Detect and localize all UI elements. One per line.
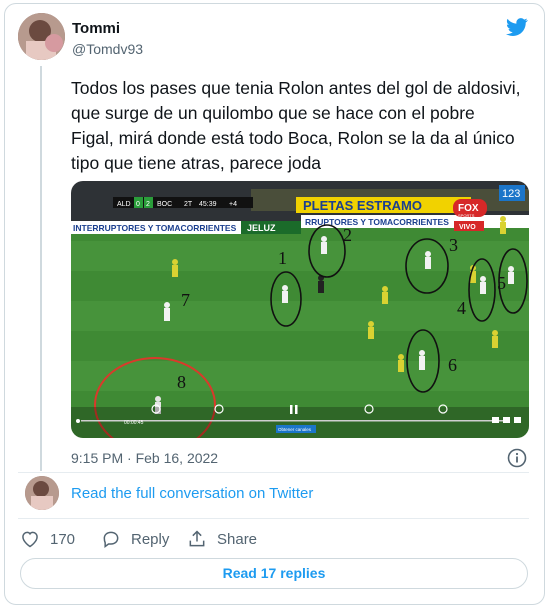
annotation-number: 6: [448, 355, 457, 375]
tweet-text: Todos los pases que tenia Rolon antes de…: [71, 78, 521, 173]
annotation-number: 8: [177, 372, 186, 392]
author-handle[interactable]: @Tomdv93: [72, 41, 143, 57]
annotation-number: 7: [181, 290, 190, 310]
ad-board-left: INTERRUPTORES Y TOMACORRIENTES: [73, 223, 237, 233]
pip-icon[interactable]: [492, 417, 499, 423]
score-away-team: BOC: [157, 201, 172, 208]
divider: [18, 472, 529, 473]
annotation-number: 3: [449, 235, 458, 255]
stadium-banner-text: PLETAS ESTRAMO: [303, 198, 422, 213]
ad-board-jeluz: JELUZ: [247, 223, 276, 233]
score-clock: 45:39: [199, 201, 217, 208]
info-icon[interactable]: [507, 448, 527, 468]
tweet-timestamp[interactable]: 9:15 PM · Feb 16, 2022: [71, 450, 218, 466]
captions-icon[interactable]: [503, 417, 510, 423]
live-badge: VIVO: [459, 224, 476, 231]
fullscreen-icon[interactable]: [514, 417, 521, 423]
read-full-conversation-link[interactable]: Read the full conversation on Twitter: [71, 485, 313, 502]
share-button[interactable]: Share: [187, 529, 257, 549]
author-name[interactable]: Tommi: [72, 20, 120, 37]
share-label: Share: [217, 530, 258, 548]
player-tooltip: Obtener canales: [278, 427, 312, 432]
like-count: 170: [50, 530, 76, 548]
reply-button[interactable]: Reply: [101, 529, 169, 549]
score-half: 2T: [184, 201, 193, 208]
divider: [18, 518, 529, 519]
annotation-number: 5: [497, 273, 506, 293]
share-icon: [189, 530, 205, 547]
twitter-bird-icon[interactable]: [504, 16, 530, 38]
score-home: 0: [136, 201, 140, 208]
channel-number: 123: [502, 188, 520, 200]
score-home-team: ALD: [117, 201, 131, 208]
annotation-number: 1: [278, 248, 287, 268]
match-screenshot: PLETAS ESTRAMO INTERRUPTORES Y TOMACORRI…: [71, 181, 529, 438]
score-away: 2: [146, 201, 150, 208]
thread-line: [40, 66, 42, 471]
reply-icon: [103, 531, 119, 548]
annotation-number: 4: [457, 298, 466, 318]
tweet-media[interactable]: PLETAS ESTRAMO INTERRUPTORES Y TOMACORRI…: [71, 181, 529, 438]
like-button[interactable]: 170: [20, 529, 75, 549]
video-time: 00:00:45: [124, 420, 144, 426]
read-replies-button[interactable]: Read 17 replies: [20, 558, 528, 589]
reply-label: Reply: [131, 530, 170, 548]
network-logo-sub: SPORTS: [458, 213, 475, 218]
reader-avatar[interactable]: [25, 476, 59, 510]
score-added-time: +4: [229, 201, 237, 208]
author-avatar[interactable]: [18, 13, 65, 60]
annotation-number: 2: [343, 225, 352, 245]
heart-icon: [22, 531, 38, 548]
